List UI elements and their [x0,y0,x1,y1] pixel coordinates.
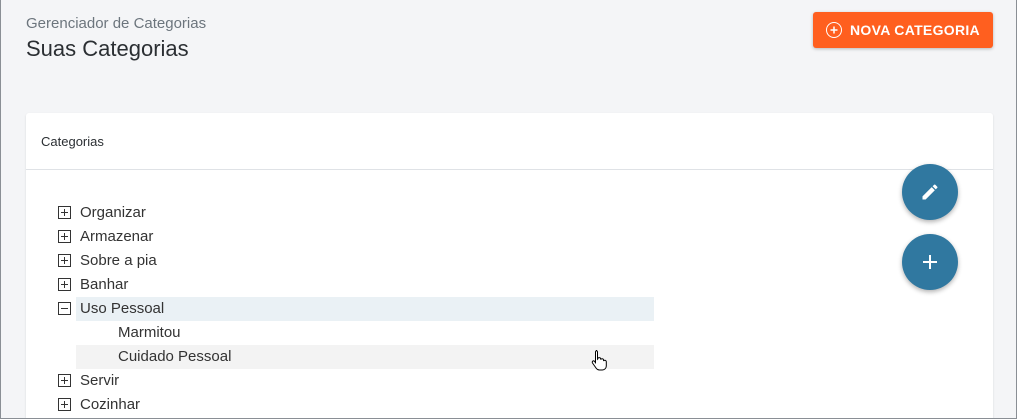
page-title: Suas Categorias [26,36,189,61]
row-highlight [76,273,654,297]
tree-item[interactable]: Banhar [26,273,993,297]
plus-icon [923,255,937,269]
hand-pointer-icon [591,349,607,376]
tree-item-label: Uso Pessoal [80,300,165,317]
page: Gerenciador de Categorias Suas Categoria… [0,0,1017,419]
collapse-icon[interactable] [58,302,71,315]
row-highlight [76,393,654,417]
tree-item-label: Marmitou [118,324,181,341]
tree-item[interactable]: Cozinhar [26,393,993,417]
tree-child-item[interactable]: Cuidado Pessoal [26,345,993,369]
row-highlight [76,249,654,273]
expand-icon[interactable] [58,398,71,411]
new-category-button[interactable]: NOVA CATEGORIA [813,12,993,48]
tree-item-label: Banhar [80,276,129,293]
tree-item[interactable]: Organizar [26,201,993,225]
expand-icon[interactable] [58,206,71,219]
edit-category-button[interactable] [902,164,958,220]
tree-item-label: Armazenar [80,228,154,245]
page-subtitle: Gerenciador de Categorias [26,15,207,32]
card-header: Categorias [26,113,993,170]
plus-circle-icon [826,22,843,38]
expand-icon[interactable] [58,254,71,267]
tree-item-label: Servir [80,372,120,389]
expand-icon[interactable] [58,230,71,243]
tree-child-item[interactable]: Marmitou [26,321,993,345]
tree-item-label: Cozinhar [80,396,141,413]
tree-item-label: Sobre a pia [80,252,157,269]
categories-card: Categorias Organizar Armazenar Sobre a pia… [26,113,993,418]
tree-item[interactable]: Sobre a pia [26,249,993,273]
tree-item-label: Cuidado Pessoal [118,348,232,365]
category-tree: Organizar Armazenar Sobre a pia Banhar Uso P… [26,201,993,417]
new-category-label: NOVA CATEGORIA [850,22,980,38]
tree-item[interactable]: Armazenar [26,225,993,249]
add-category-button[interactable] [902,234,958,290]
expand-icon[interactable] [58,278,71,291]
pencil-icon [922,184,938,200]
tree-item[interactable]: Servir [26,369,993,393]
tree-item[interactable]: Uso Pessoal [26,297,993,321]
row-highlight [76,201,654,225]
expand-icon[interactable] [58,374,71,387]
tree-item-label: Organizar [80,204,146,221]
row-highlight [76,369,654,393]
row-highlight [76,225,654,249]
